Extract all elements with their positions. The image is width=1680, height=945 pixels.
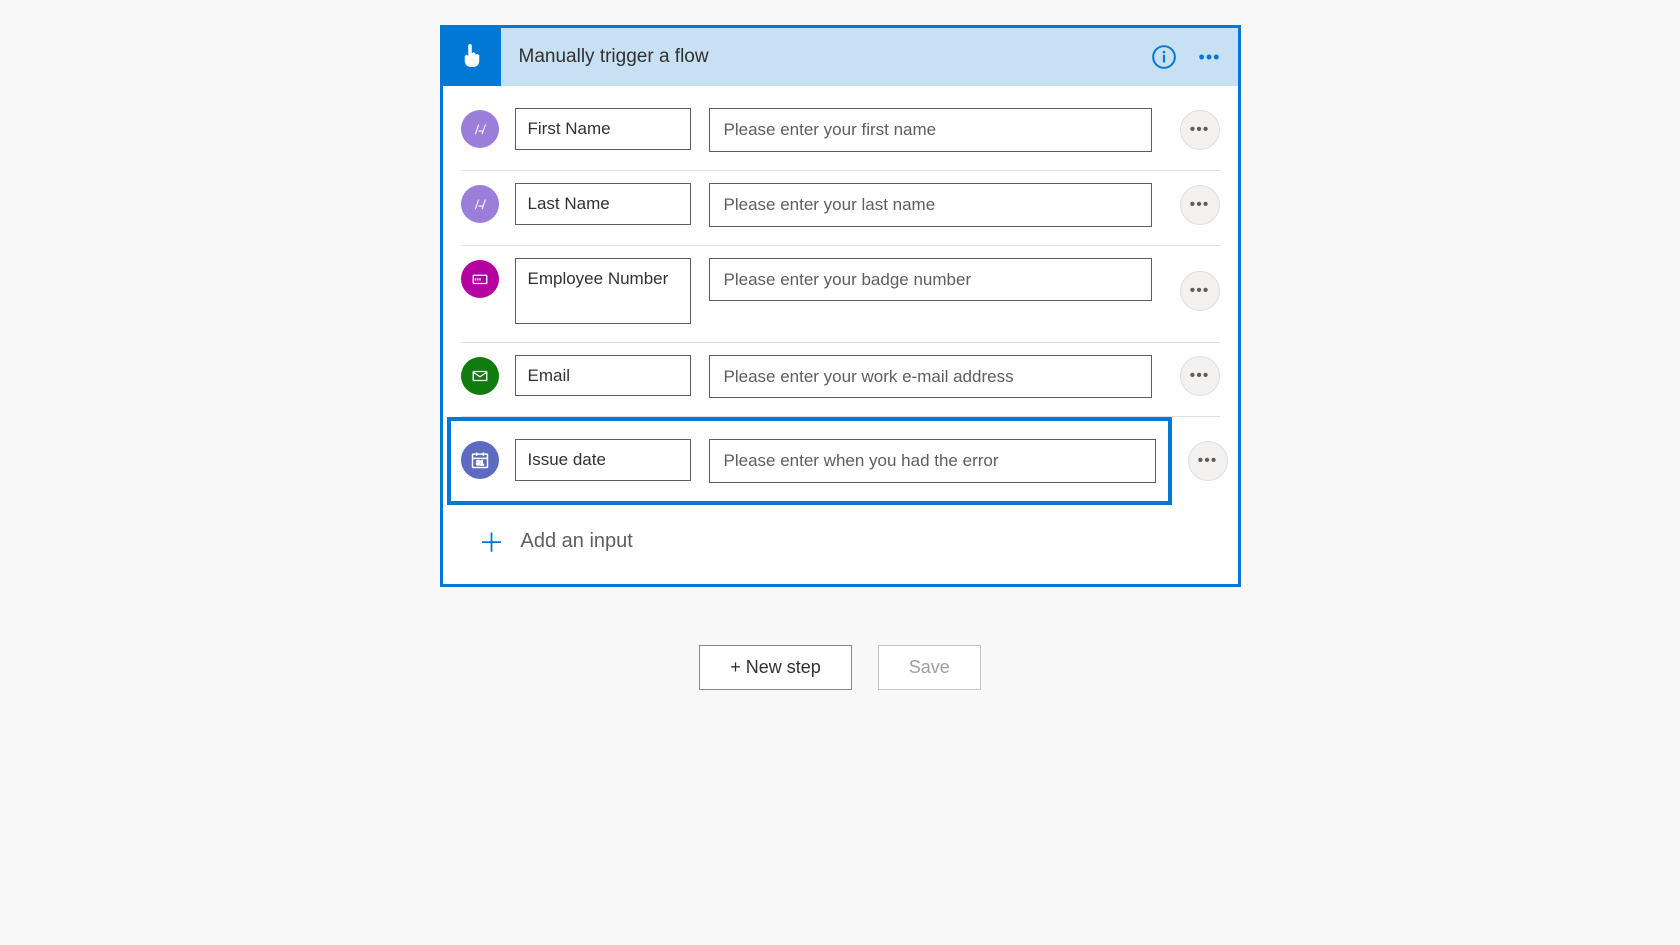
number-type-icon bbox=[461, 260, 499, 298]
label-field[interactable] bbox=[515, 108, 691, 150]
label-field[interactable] bbox=[515, 183, 691, 225]
save-button[interactable]: Save bbox=[878, 645, 981, 690]
label-field[interactable] bbox=[515, 258, 691, 324]
row-menu-button[interactable]: ••• bbox=[1180, 185, 1220, 225]
ellipsis-icon: ••• bbox=[1190, 282, 1210, 300]
description-field[interactable] bbox=[709, 183, 1152, 227]
ellipsis-icon: ••• bbox=[1198, 452, 1218, 470]
svg-text:31: 31 bbox=[476, 460, 484, 467]
card-menu-button[interactable]: ••• bbox=[1194, 41, 1226, 73]
row-menu-button[interactable]: ••• bbox=[1180, 110, 1220, 150]
trigger-card: Manually trigger a flow ••• ••• bbox=[440, 25, 1241, 587]
label-field[interactable] bbox=[515, 355, 691, 397]
info-button[interactable] bbox=[1150, 43, 1178, 71]
description-field[interactable] bbox=[709, 108, 1152, 152]
ellipsis-icon: ••• bbox=[1199, 47, 1221, 68]
card-header[interactable]: Manually trigger a flow ••• bbox=[443, 28, 1238, 86]
input-row-employee-number: ••• bbox=[461, 246, 1220, 343]
input-row-issue-date: 31 ••• bbox=[447, 417, 1172, 505]
card-body: ••• ••• ••• bbox=[443, 86, 1238, 584]
description-field[interactable] bbox=[709, 439, 1156, 483]
ellipsis-icon: ••• bbox=[1190, 367, 1210, 385]
date-type-icon: 31 bbox=[461, 441, 499, 479]
email-type-icon bbox=[461, 357, 499, 395]
info-icon bbox=[1151, 44, 1177, 70]
input-row-last-name: ••• bbox=[461, 171, 1220, 246]
manual-trigger-icon bbox=[443, 28, 501, 86]
add-input-label: Add an input bbox=[521, 530, 633, 553]
description-field[interactable] bbox=[709, 355, 1152, 399]
input-row-first-name: ••• bbox=[461, 96, 1220, 171]
row-menu-button[interactable]: ••• bbox=[1180, 356, 1220, 396]
text-type-icon bbox=[461, 110, 499, 148]
label-field[interactable] bbox=[515, 439, 691, 481]
footer-buttons: + New step Save bbox=[699, 645, 981, 690]
new-step-button[interactable]: + New step bbox=[699, 645, 852, 690]
ellipsis-icon: ••• bbox=[1190, 196, 1210, 214]
description-field[interactable] bbox=[709, 258, 1152, 302]
card-title: Manually trigger a flow bbox=[519, 46, 1150, 68]
text-type-icon bbox=[461, 185, 499, 223]
row-menu-button[interactable]: ••• bbox=[1188, 441, 1228, 481]
row-menu-button[interactable]: ••• bbox=[1180, 271, 1220, 311]
add-input-button[interactable]: ＋ Add an input bbox=[461, 505, 1220, 584]
input-row-email: ••• bbox=[461, 343, 1220, 418]
plus-icon: ＋ bbox=[479, 523, 505, 560]
ellipsis-icon: ••• bbox=[1190, 121, 1210, 139]
